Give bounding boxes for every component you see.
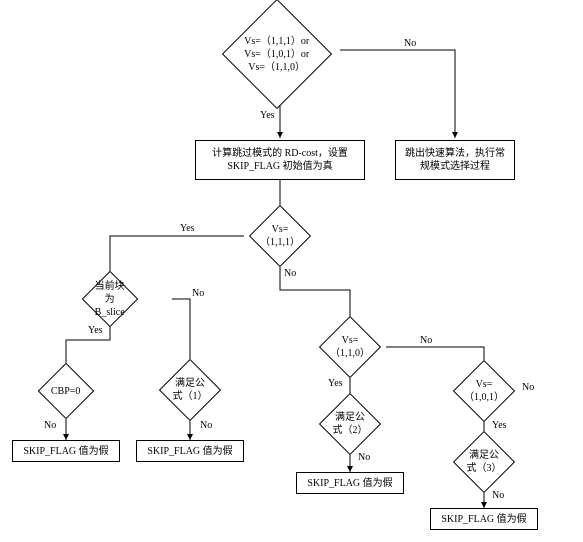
decision-cbp-text: CBP=0 xyxy=(47,383,85,400)
decision-vs-options-text: Vs=（1,1,1）or Vs=（1,0,1）or Vs=（1,1,0） xyxy=(239,33,315,76)
edge-label-f1-no: No xyxy=(200,420,212,431)
result-skip-false-2-text: SKIP_FLAG 值为假 xyxy=(147,445,232,458)
process-exit-fast: 跳出快速算法，执行常 规模式选择过程 xyxy=(395,140,515,180)
decision-vs-110: Vs=（1,1,0） xyxy=(319,316,381,378)
decision-cbp: CBP=0 xyxy=(38,363,95,420)
edge-label-vs111-no: No xyxy=(284,268,296,279)
edge-label-bslice-no: No xyxy=(192,288,204,299)
edge-label-vs110-no: No xyxy=(420,335,432,346)
edge-label-vs111-yes: Yes xyxy=(180,223,195,234)
result-skip-false-3: SKIP_FLAG 值为假 xyxy=(296,472,404,494)
edge-label-f3-no: No xyxy=(492,490,504,501)
result-skip-false-4-text: SKIP_FLAG 值为假 xyxy=(441,513,526,526)
decision-vs-111-text: Vs=（1,1,1） xyxy=(258,221,302,251)
edge-label-top-yes: Yes xyxy=(260,110,275,121)
result-skip-false-4: SKIP_FLAG 值为假 xyxy=(430,508,538,530)
decision-bslice-text: 当前块为 B_slice xyxy=(91,278,129,321)
decision-formula-2-text: 满足公式（2） xyxy=(329,409,371,439)
decision-vs-111: Vs=（1,1,1） xyxy=(249,205,311,267)
process-calc-rdcost-text: 计算跳过模式的 RD-cost，设置 SKIP_FLAG 初始值为真 xyxy=(212,147,348,173)
edge-label-f2-no: No xyxy=(358,452,370,463)
result-skip-false-1-text: SKIP_FLAG 值为假 xyxy=(23,445,108,458)
decision-vs-101-text: Vs=（1,0,1） xyxy=(462,376,506,406)
decision-formula-1-text: 满足公式（1） xyxy=(169,375,211,405)
process-calc-rdcost: 计算跳过模式的 RD-cost，设置 SKIP_FLAG 初始值为真 xyxy=(195,140,365,180)
process-exit-fast-text: 跳出快速算法，执行常 规模式选择过程 xyxy=(405,147,505,173)
decision-vs-110-text: Vs=（1,1,0） xyxy=(328,332,372,362)
decision-formula-2: 满足公式（2） xyxy=(319,393,381,455)
edge-label-bslice-yes: Yes xyxy=(88,325,103,336)
edge-label-vs101-no: No xyxy=(522,382,534,393)
decision-formula-3: 满足公式（3） xyxy=(453,431,515,493)
edge-label-vs110-yes: Yes xyxy=(328,378,343,389)
result-skip-false-2: SKIP_FLAG 值为假 xyxy=(136,440,244,462)
result-skip-false-3-text: SKIP_FLAG 值为假 xyxy=(307,477,392,490)
edge-label-cbp-no: No xyxy=(44,420,56,431)
decision-formula-3-text: 满足公式（3） xyxy=(463,447,505,477)
decision-vs-options: Vs=（1,1,1）or Vs=（1,0,1）or Vs=（1,1,0） xyxy=(222,0,332,109)
edge-label-top-no: No xyxy=(404,38,416,49)
decision-bslice: 当前块为 B_slice xyxy=(82,271,139,328)
result-skip-false-1: SKIP_FLAG 值为假 xyxy=(12,440,120,462)
decision-vs-101: Vs=（1,0,1） xyxy=(453,360,515,422)
decision-formula-1: 满足公式（1） xyxy=(159,359,221,421)
edge-label-vs101-yes: Yes xyxy=(492,420,507,431)
